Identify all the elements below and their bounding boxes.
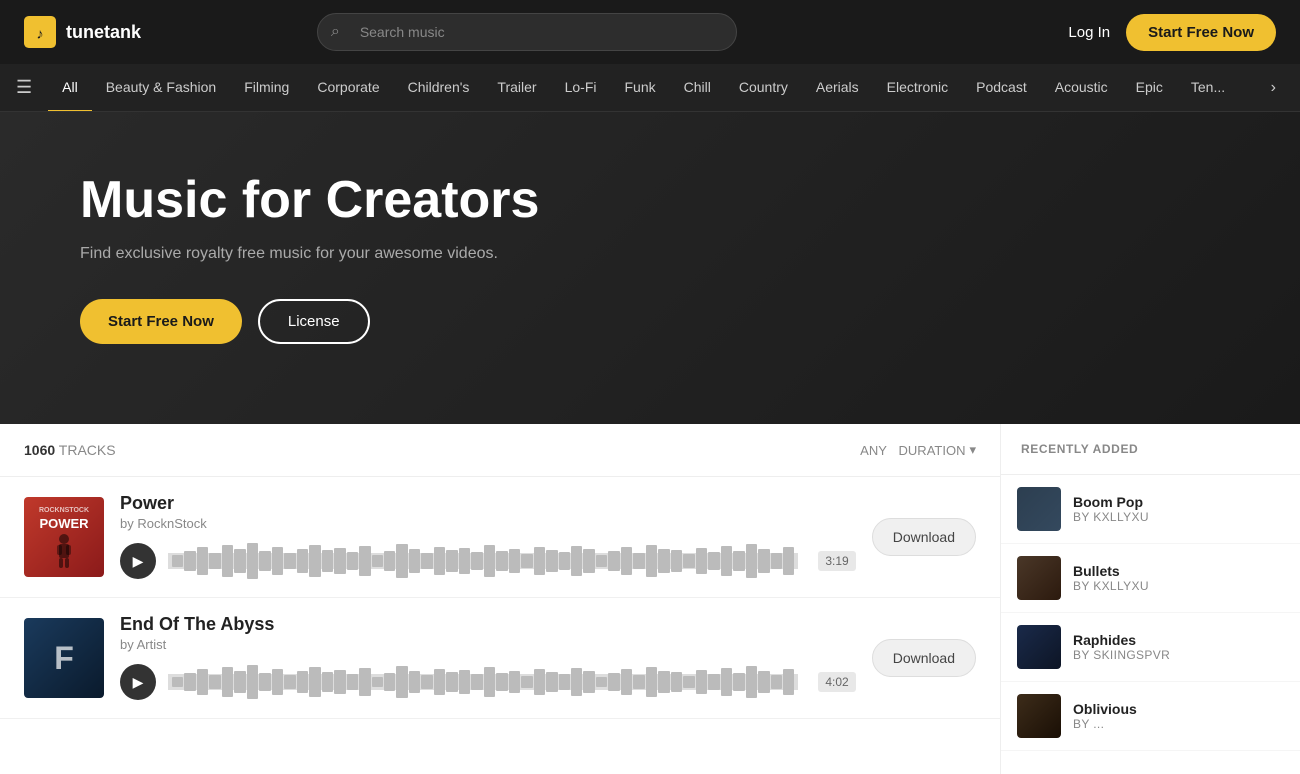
download-button-abyss[interactable]: Download — [872, 639, 976, 677]
nav-item-acoustic[interactable]: Acoustic — [1041, 64, 1122, 112]
hero-subtitle: Find exclusive royalty free music for yo… — [80, 245, 1220, 263]
menu-icon[interactable]: ☰ — [16, 77, 32, 98]
power-cover-image — [49, 533, 79, 568]
nav-item-podcast[interactable]: Podcast — [962, 64, 1041, 112]
waveform-power[interactable] — [168, 541, 798, 581]
track-item-abyss: F End Of The Abyss by Artist ▶ 4:02 Down… — [0, 598, 1000, 719]
duration-any-label: ANY — [860, 443, 887, 458]
nav-item-corporate[interactable]: Corporate — [303, 64, 393, 112]
tracks-count: 1060 TRACKS — [24, 442, 116, 458]
sidebar-cover-oblivious — [1017, 694, 1061, 738]
sidebar-header: RECENTLY ADDED — [1001, 424, 1300, 475]
sidebar-track-title-oblivious: Oblivious — [1073, 701, 1284, 717]
search-bar: ⌕ — [317, 13, 737, 51]
sidebar-recently-added: RECENTLY ADDED Boom Pop by KXLLYXU Bulle… — [1000, 424, 1300, 774]
nav-item-aerials[interactable]: Aerials — [802, 64, 873, 112]
track-artist-abyss: by Artist — [120, 637, 856, 652]
start-free-button-header[interactable]: Start Free Now — [1126, 14, 1276, 51]
track-duration-power: 3:19 — [818, 551, 855, 571]
hero-title: Music for Creators — [80, 172, 1220, 229]
tracks-count-label: TRACKS — [59, 442, 116, 458]
logo-text: tunetank — [66, 22, 141, 43]
nav-item-electronic[interactable]: Electronic — [873, 64, 962, 112]
search-icon: ⌕ — [331, 23, 340, 41]
nav-items: All Beauty & Fashion Filming Corporate C… — [48, 64, 1263, 112]
sidebar-track-info-bullets: Bullets by KXLLYXU — [1073, 563, 1284, 593]
track-title-abyss: End Of The Abyss — [120, 614, 856, 635]
nav-item-chill[interactable]: Chill — [670, 64, 725, 112]
sidebar-track-title-raphides: Raphides — [1073, 632, 1284, 648]
logo-icon: ♪ — [24, 16, 56, 48]
track-title-power: Power — [120, 493, 856, 514]
tracks-header: 1060 TRACKS ANY DURATION ▾ — [0, 424, 1000, 477]
track-item-power: ROCKNSTOCK POWER Power by RocknStock — [0, 477, 1000, 598]
category-nav: ☰ All Beauty & Fashion Filming Corporate… — [0, 64, 1300, 112]
logo[interactable]: ♪ tunetank — [24, 16, 141, 48]
track-cover-power: ROCKNSTOCK POWER — [24, 497, 104, 577]
sidebar-track-info-oblivious: Oblivious by ... — [1073, 701, 1284, 731]
track-duration-abyss: 4:02 — [818, 672, 855, 692]
chevron-down-icon: ▾ — [969, 442, 976, 458]
login-button[interactable]: Log In — [1068, 24, 1110, 41]
content-area: 1060 TRACKS ANY DURATION ▾ ROCKNSTOCK PO… — [0, 424, 1300, 774]
sidebar-track-boom-pop[interactable]: Boom Pop by KXLLYXU — [1001, 475, 1300, 544]
play-button-abyss[interactable]: ▶ — [120, 664, 156, 700]
track-player-power: ▶ 3:19 — [120, 541, 856, 581]
duration-filter[interactable]: ANY DURATION ▾ — [860, 442, 976, 458]
header: ♪ tunetank ⌕ Log In Start Free Now — [0, 0, 1300, 64]
sidebar-track-artist-boom-pop: by KXLLYXU — [1073, 510, 1284, 524]
tracks-count-number: 1060 — [24, 442, 55, 458]
sidebar-track-oblivious[interactable]: Oblivious by ... — [1001, 682, 1300, 751]
track-cover-abyss: F — [24, 618, 104, 698]
sidebar-track-title-boom-pop: Boom Pop — [1073, 494, 1284, 510]
hero-buttons: Start Free Now License — [80, 299, 1220, 344]
nav-item-lofi[interactable]: Lo-Fi — [551, 64, 611, 112]
nav-next-icon[interactable]: › — [1263, 79, 1284, 97]
track-artist-power: by RocknStock — [120, 516, 856, 531]
play-button-power[interactable]: ▶ — [120, 543, 156, 579]
sidebar-cover-bullets — [1017, 556, 1061, 600]
nav-item-trailer[interactable]: Trailer — [483, 64, 550, 112]
header-right: Log In Start Free Now — [1068, 14, 1276, 51]
sidebar-cover-raphides — [1017, 625, 1061, 669]
svg-text:♪: ♪ — [36, 26, 43, 42]
sidebar-track-artist-oblivious: by ... — [1073, 717, 1284, 731]
sidebar-track-bullets[interactable]: Bullets by KXLLYXU — [1001, 544, 1300, 613]
track-player-abyss: ▶ 4:02 — [120, 662, 856, 702]
nav-item-funk[interactable]: Funk — [610, 64, 669, 112]
sidebar-track-artist-raphides: by SKIINGSPVR — [1073, 648, 1284, 662]
track-info-power: Power by RocknStock ▶ 3:19 — [120, 493, 856, 581]
nav-item-childrens[interactable]: Children's — [394, 64, 484, 112]
hero-section: Music for Creators Find exclusive royalt… — [0, 112, 1300, 424]
download-button-power[interactable]: Download — [872, 518, 976, 556]
nav-item-all[interactable]: All — [48, 64, 92, 112]
search-input[interactable] — [317, 13, 737, 51]
sidebar-track-info-boom-pop: Boom Pop by KXLLYXU — [1073, 494, 1284, 524]
nav-item-filming[interactable]: Filming — [230, 64, 303, 112]
sidebar-track-title-bullets: Bullets — [1073, 563, 1284, 579]
nav-item-beauty-fashion[interactable]: Beauty & Fashion — [92, 64, 231, 112]
nav-item-epic[interactable]: Epic — [1122, 64, 1177, 112]
duration-value-label: DURATION — [899, 443, 966, 458]
sidebar-track-artist-bullets: by KXLLYXU — [1073, 579, 1284, 593]
waveform-bars-abyss — [168, 662, 798, 702]
sidebar-cover-boom-pop — [1017, 487, 1061, 531]
license-button[interactable]: License — [258, 299, 370, 344]
tracks-section: 1060 TRACKS ANY DURATION ▾ ROCKNSTOCK PO… — [0, 424, 1000, 774]
start-free-button-hero[interactable]: Start Free Now — [80, 299, 242, 344]
track-info-abyss: End Of The Abyss by Artist ▶ 4:02 — [120, 614, 856, 702]
nav-item-ten[interactable]: Ten... — [1177, 64, 1239, 112]
nav-item-country[interactable]: Country — [725, 64, 802, 112]
sidebar-track-info-raphides: Raphides by SKIINGSPVR — [1073, 632, 1284, 662]
waveform-bars-power — [168, 541, 798, 581]
waveform-abyss[interactable] — [168, 662, 798, 702]
sidebar-track-raphides[interactable]: Raphides by SKIINGSPVR — [1001, 613, 1300, 682]
